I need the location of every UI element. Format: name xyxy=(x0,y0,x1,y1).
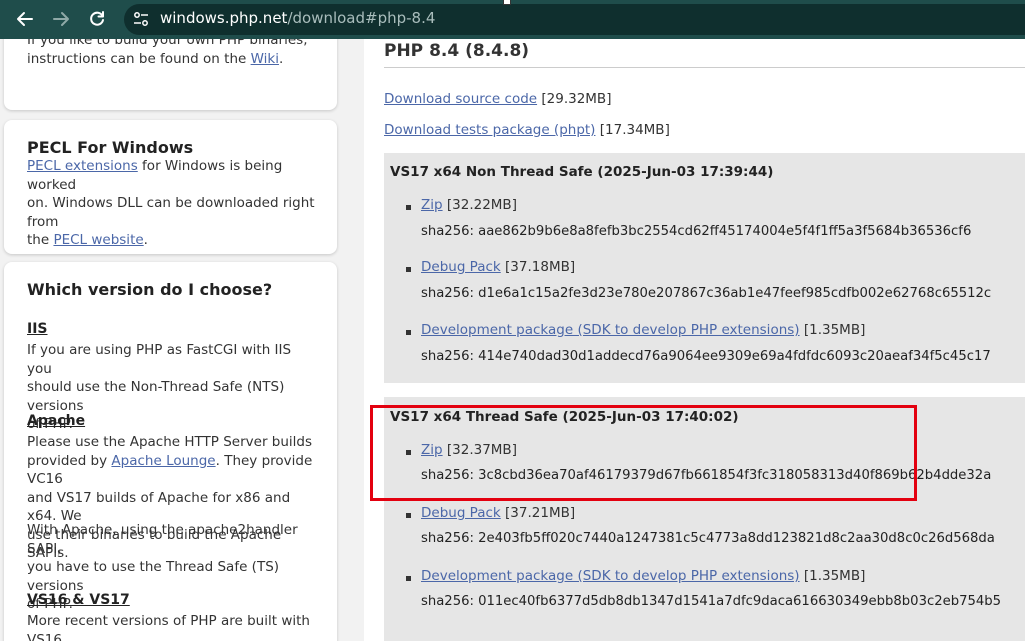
iis-title: IIS xyxy=(27,321,48,337)
pecl-line2: on. Windows DLL can be downloaded right … xyxy=(27,195,315,230)
site-settings-icon[interactable] xyxy=(133,11,149,27)
url-path: /download#php-8.4 xyxy=(287,9,436,27)
reload-icon[interactable] xyxy=(86,8,108,30)
apache-line3: and VS17 builds of Apache for x86 and x6… xyxy=(27,489,291,525)
build-binaries-text: If you like to build your own PHP binari… xyxy=(27,39,317,68)
apache-line2: provided by xyxy=(27,452,112,469)
back-arrow-icon[interactable] xyxy=(14,8,36,30)
bullet-icon xyxy=(406,513,411,518)
url-host: windows.php.net xyxy=(160,9,288,27)
nts-dev-sha: sha256: 414e740dad30d1addecd76a9064ee930… xyxy=(421,349,991,364)
build-line1: If you like to build your own PHP binari… xyxy=(27,39,308,48)
iis-line1: If you are using PHP as FastCGI with IIS… xyxy=(27,342,292,377)
ts-dev-item: Development package (SDK to develop PHP … xyxy=(421,568,865,584)
ts-debug-item: Debug Pack [37.21MB] xyxy=(421,505,575,521)
build-line2-end: . xyxy=(278,50,284,67)
nts-dev-size: [1.35MB] xyxy=(803,322,866,338)
nts-debug-size: [37.18MB] xyxy=(505,259,576,275)
download-source-link[interactable]: Download source code xyxy=(384,91,537,107)
php-8-4-section: PHP 8.4 (8.4.8) Download source code [29… xyxy=(364,39,1025,641)
nts-build-block: VS17 x64 Non Thread Safe (2025-Jun-03 17… xyxy=(384,153,1025,383)
ts-dev-link[interactable]: Development package (SDK to develop PHP … xyxy=(421,568,800,584)
ts-dev-sha: sha256: 011ec40fb6377d5db8db1347d1541a7d… xyxy=(421,594,1002,609)
pecl-text: PECL extensions for Windows is being wor… xyxy=(27,157,317,250)
heading-divider xyxy=(384,67,1025,68)
nts-dev-link[interactable]: Development package (SDK to develop PHP … xyxy=(421,322,800,338)
ts-dev-size: [1.35MB] xyxy=(803,568,866,584)
bullet-icon xyxy=(406,205,411,210)
ts-debug-size: [37.21MB] xyxy=(505,505,576,521)
nts-zip-sha: sha256: aae862b9b6e8a8fefb3bc2554cd62ff4… xyxy=(421,224,972,239)
vs-line1: More recent versions of PHP are built wi… xyxy=(27,613,310,641)
build-line2: instructions can be found on the xyxy=(27,50,251,67)
source-size: [29.32MB] xyxy=(541,91,612,107)
ts-debug-link[interactable]: Debug Pack xyxy=(421,505,501,521)
wiki-link[interactable]: Wiki xyxy=(251,51,279,67)
pecl-line3-end: . xyxy=(143,232,148,248)
main-area: PHP 8.4 (8.4.8) Download source code [29… xyxy=(348,39,1025,641)
source-line: Download source code [29.32MB] xyxy=(384,91,611,107)
bullet-icon xyxy=(406,330,411,335)
download-tests-link[interactable]: Download tests package (phpt) xyxy=(384,122,595,138)
page: If you like to build your own PHP binari… xyxy=(0,39,1025,641)
nts-build-title: VS17 x64 Non Thread Safe (2025-Jun-03 17… xyxy=(390,164,774,180)
nts-debug-item: Debug Pack [37.18MB] xyxy=(421,259,575,275)
pecl-line3: the xyxy=(27,232,54,248)
pecl-title: PECL For Windows xyxy=(27,138,194,157)
php-version-heading: PHP 8.4 (8.4.8) xyxy=(384,41,530,61)
choose-version-title: Which version do I choose? xyxy=(27,280,273,299)
bullet-icon xyxy=(406,576,411,581)
nts-zip-link[interactable]: Zip xyxy=(421,197,443,213)
build-binaries-card: If you like to build your own PHP binari… xyxy=(4,39,337,110)
highlight-box xyxy=(370,405,917,501)
pecl-card: PECL For Windows PECL extensions for Win… xyxy=(4,120,337,254)
nts-dev-item: Development package (SDK to develop PHP … xyxy=(421,322,865,338)
apache-title: Apache xyxy=(27,413,86,429)
bullet-icon xyxy=(406,267,411,272)
tests-line: Download tests package (phpt) [17.34MB] xyxy=(384,122,670,138)
apache-handler-line1: With Apache, using the apache2handler SA… xyxy=(27,522,298,557)
nts-debug-sha: sha256: d1e6a1c15a2fe3d23e780e207867c36a… xyxy=(421,286,992,301)
choose-version-card: Which version do I choose? IIS If you ar… xyxy=(4,262,337,641)
cursor-marker xyxy=(503,0,511,5)
browser-toolbar: windows.php.net/download#php-8.4 xyxy=(0,0,1025,39)
vs-title: VS16 & VS17 xyxy=(27,592,130,608)
ts-debug-sha: sha256: 2e403fb5ff020c7440a1247381c5c477… xyxy=(421,531,995,546)
sidebar: If you like to build your own PHP binari… xyxy=(0,39,348,641)
vs-text: More recent versions of PHP are built wi… xyxy=(27,612,317,641)
iis-line2: should use the Non-Thread Safe (NTS) ver… xyxy=(27,379,285,414)
nts-zip-item: Zip [32.22MB] xyxy=(421,197,517,213)
nts-debug-link[interactable]: Debug Pack xyxy=(421,259,501,275)
url-text[interactable]: windows.php.net/download#php-8.4 xyxy=(160,9,435,27)
apache-line1: Please use the Apache HTTP Server builds xyxy=(27,434,313,450)
tests-size: [17.34MB] xyxy=(599,122,670,138)
pecl-extensions-link[interactable]: PECL extensions xyxy=(27,158,138,174)
forward-arrow-icon[interactable] xyxy=(50,8,72,30)
apache-lounge-link[interactable]: Apache Lounge xyxy=(111,453,215,469)
apache-handler-line2: you have to use the Thread Safe (TS) ver… xyxy=(27,559,280,594)
nts-zip-size: [32.22MB] xyxy=(446,197,517,213)
pecl-website-link[interactable]: PECL website xyxy=(53,232,143,248)
